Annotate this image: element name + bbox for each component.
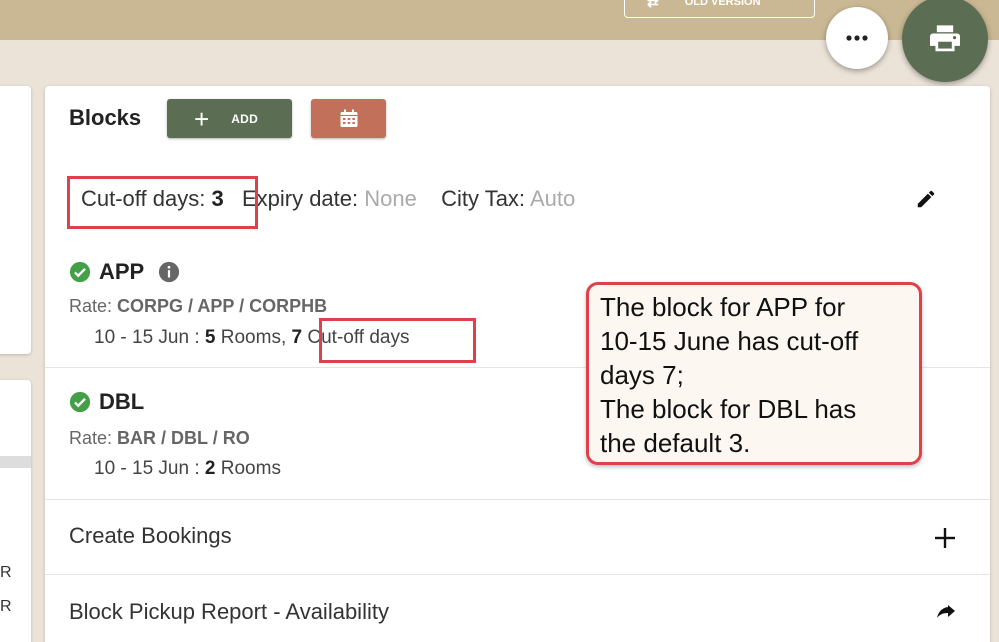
info-icon[interactable] [158,261,180,283]
calendar-button[interactable] [311,99,386,138]
edit-button[interactable] [915,188,937,215]
block-dates: 10 - 15 Jun : 2 Rooms [94,458,281,480]
rooms-label: Rooms [220,327,281,348]
left-panel-card [0,86,31,354]
rate-label: Rate: [69,428,113,448]
print-icon [930,25,960,52]
callout-line: The block for APP for [600,292,846,322]
print-button[interactable] [902,0,988,82]
annotation-callout: The block for APP for 10-15 June has cut… [586,282,922,465]
block-rate: Rate: BAR / DBL / RO [69,428,250,449]
rooms-count: 2 [204,458,216,479]
expiry-value: None [364,186,417,211]
callout-line: days 7; [600,360,684,390]
rooms-label: Rooms [220,458,281,479]
create-bookings-row[interactable]: Create Bookings [69,523,232,549]
calendar-icon [340,109,357,127]
add-button-label: ADD [231,111,259,126]
create-bookings-button[interactable] [933,526,957,555]
rate-value: CORPG / APP / CORPHB [117,296,328,316]
rooms-count: 5 [204,327,216,348]
block-cutoff-highlight-box [319,318,476,363]
city-tax-label: City Tax: [441,186,526,211]
pencil-icon [917,190,935,208]
left-panel-char: R [0,564,12,581]
more-horizontal-icon [846,35,868,41]
rate-value: BAR / DBL / RO [117,428,250,448]
more-options-button[interactable] [826,7,888,69]
expiry-label: Expiry date: [241,186,359,211]
pickup-report-button[interactable] [933,600,959,629]
old-version-button[interactable]: ⇄ OLD VERSION [624,0,815,18]
check-circle-icon [69,261,91,283]
left-panel-card-2: R R [0,380,31,642]
callout-line: The block for DBL has [600,394,857,424]
block-name: APP [99,259,145,284]
date-range: 10 - 15 Jun : [94,458,200,479]
callout-line: the default 3. [600,428,751,458]
city-tax-value: Auto [529,186,576,211]
plus-icon: + [194,103,210,134]
left-panel-strip [0,456,31,468]
separator: , [280,327,287,348]
block-cutoff-count: 7 [291,327,303,348]
pickup-report-row[interactable]: Block Pickup Report - Availability [69,599,389,625]
switch-icon: ⇄ [647,0,659,10]
left-panel-char: R [0,598,12,615]
callout-line: 10-15 June has cut-off [600,326,859,356]
old-version-label: OLD VERSION [684,0,761,8]
check-circle-icon [69,391,91,413]
date-range: 10 - 15 Jun : [94,327,200,348]
block-name: DBL [99,389,145,414]
forward-arrow-icon [937,605,955,618]
cutoff-highlight-box [67,176,258,229]
plus-icon [935,528,955,548]
rate-label: Rate: [69,296,113,316]
block-app-header[interactable]: APP [69,259,180,285]
blocks-title: Blocks [69,105,142,130]
add-block-button[interactable]: + ADD [167,99,292,138]
block-rate: Rate: CORPG / APP / CORPHB [69,296,327,317]
divider [45,574,990,575]
divider [45,499,990,500]
block-dbl-header[interactable]: DBL [69,389,144,415]
